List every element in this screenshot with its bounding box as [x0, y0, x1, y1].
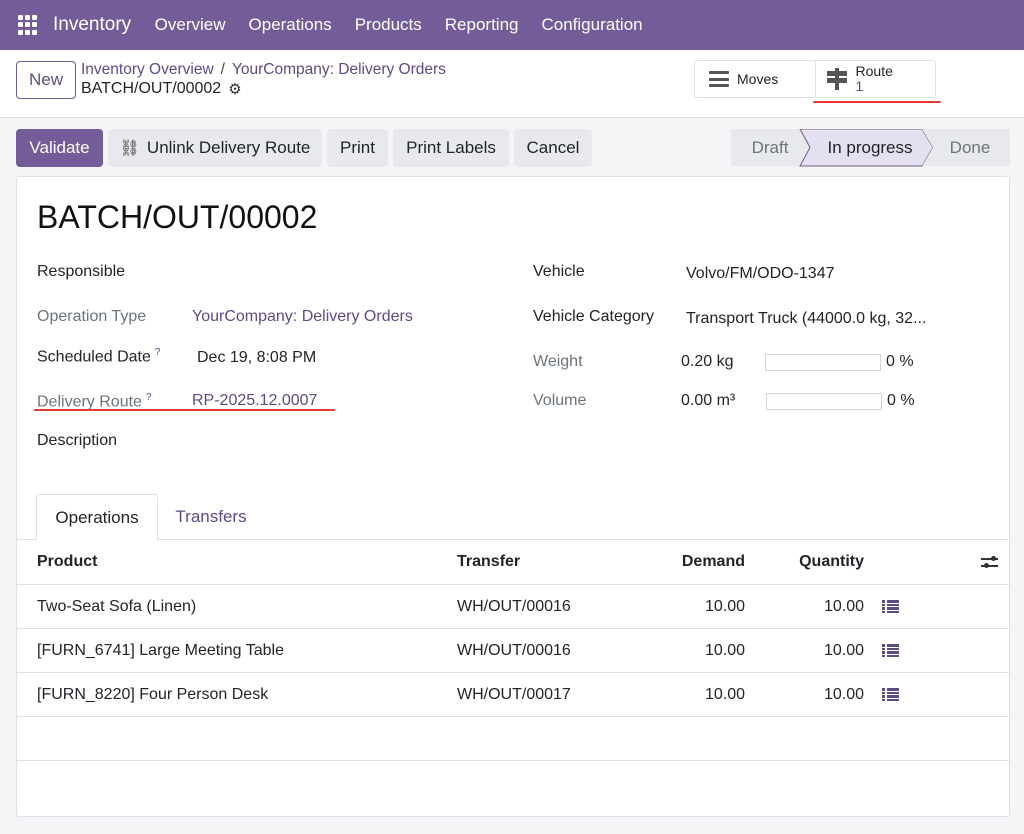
- menu-configuration[interactable]: Configuration: [542, 15, 643, 35]
- control-panel: New Inventory Overview / YourCompany: Deli…: [0, 50, 1024, 118]
- print-button[interactable]: Print: [327, 129, 388, 167]
- detailed-operations-icon[interactable]: [882, 600, 899, 613]
- list-bars-icon: [709, 71, 729, 87]
- sliders-icon[interactable]: [981, 555, 998, 569]
- operation-type-label: Operation Type: [37, 308, 147, 325]
- product-cell[interactable]: [FURN_8220] Four Person Desk: [37, 673, 268, 716]
- moves-label: Moves: [737, 70, 779, 87]
- stage-in-progress[interactable]: In progress: [827, 138, 912, 157]
- signpost-icon: [826, 68, 848, 90]
- column-options-cell: [981, 540, 998, 584]
- breadcrumb: Inventory Overview / YourCompany: Delivery…: [81, 61, 446, 79]
- unlink-delivery-route-button[interactable]: ⛓ Unlink Delivery Route: [108, 129, 322, 167]
- quantity-cell[interactable]: 10.00: [717, 585, 864, 628]
- smart-buttons: Moves Route 1: [694, 60, 936, 98]
- detailed-operations-icon[interactable]: [882, 644, 899, 657]
- scheduled-date-label-row: Scheduled Date?: [37, 347, 160, 366]
- record-name: BATCH/OUT/00002: [81, 80, 222, 97]
- quantity-cell[interactable]: 10.00: [717, 673, 864, 716]
- validate-button[interactable]: Validate: [16, 129, 103, 167]
- table-row[interactable]: [FURN_6741] Large Meeting Table WH/OUT/0…: [17, 629, 1009, 673]
- vehicle-category-label: Vehicle Category: [533, 308, 654, 325]
- tab-transfers[interactable]: Transfers: [165, 494, 257, 540]
- vehicle-category-value[interactable]: Transport Truck (44000.0 kg, 32...: [686, 310, 926, 328]
- route-smart-button[interactable]: Route 1: [816, 61, 935, 97]
- volume-value: 0.00 m³: [681, 392, 736, 409]
- table-row[interactable]: [FURN_8220] Four Person Desk WH/OUT/0001…: [17, 673, 1009, 717]
- unlink-label: Unlink Delivery Route: [146, 138, 311, 157]
- stage-done[interactable]: Done: [950, 138, 991, 157]
- annotation-underline-route: [813, 101, 941, 103]
- app-name[interactable]: Inventory: [53, 14, 131, 36]
- description-label: Description: [37, 432, 118, 449]
- tab-operations[interactable]: Operations: [36, 494, 158, 541]
- moves-smart-button[interactable]: Moves: [695, 61, 816, 97]
- route-label-block: Route 1: [856, 64, 893, 94]
- new-button[interactable]: New: [16, 61, 76, 99]
- notebook-tabs: Operations Transfers: [17, 494, 1009, 541]
- record-name-row: BATCH/OUT/00002 ⚙: [81, 80, 242, 98]
- breadcrumb-delivery-orders[interactable]: YourCompany: Delivery Orders: [232, 61, 446, 78]
- table-row[interactable]: Two-Seat Sofa (Linen) WH/OUT/00016 10.00…: [17, 585, 1009, 629]
- transfer-cell[interactable]: WH/OUT/00017: [457, 673, 571, 716]
- breadcrumb-separator: /: [220, 61, 225, 78]
- gear-icon[interactable]: ⚙: [228, 80, 241, 98]
- details-cell: [882, 585, 899, 628]
- quantity-cell[interactable]: 10.00: [717, 629, 864, 672]
- responsible-label: Responsible: [37, 263, 126, 280]
- operations-table: Product Transfer Demand Quantity Two-Sea…: [17, 540, 1009, 761]
- print-labels-button[interactable]: Print Labels: [393, 129, 509, 167]
- header-product[interactable]: Product: [37, 540, 97, 584]
- vehicle-label: Vehicle: [533, 263, 585, 280]
- record-title[interactable]: BATCH/OUT/00002: [37, 199, 317, 236]
- details-cell: [882, 673, 899, 716]
- product-cell[interactable]: [FURN_6741] Large Meeting Table: [37, 629, 284, 672]
- delivery-route-label: Delivery Route: [37, 393, 142, 411]
- apps-grid-icon[interactable]: [18, 15, 38, 35]
- menu-overview[interactable]: Overview: [155, 15, 226, 35]
- route-label: Route: [855, 63, 893, 79]
- weight-label: Weight: [533, 353, 583, 370]
- route-count: 1: [855, 78, 864, 94]
- annotation-underline-delivery-route: [34, 409, 335, 411]
- help-tooltip-icon[interactable]: ?: [146, 392, 152, 403]
- form-sheet: BATCH/OUT/00002 Responsible Operation Ty…: [16, 176, 1010, 817]
- top-navbar: Inventory Overview Operations Products R…: [0, 0, 1024, 50]
- weight-progress-bar: [765, 354, 881, 371]
- scheduled-date-label: Scheduled Date: [37, 348, 151, 366]
- menu-operations[interactable]: Operations: [249, 15, 332, 35]
- scheduled-date-value[interactable]: Dec 19, 8:08 PM: [197, 349, 316, 367]
- empty-table-row: [17, 717, 1009, 761]
- breadcrumb-inventory-overview[interactable]: Inventory Overview: [81, 61, 214, 78]
- table-header: Product Transfer Demand Quantity: [17, 540, 1009, 585]
- menu-products[interactable]: Products: [355, 15, 422, 35]
- volume-percent: 0 %: [887, 392, 915, 409]
- product-cell[interactable]: Two-Seat Sofa (Linen): [37, 585, 196, 628]
- transfer-cell[interactable]: WH/OUT/00016: [457, 585, 571, 628]
- details-cell: [882, 629, 899, 672]
- transfer-cell[interactable]: WH/OUT/00016: [457, 629, 571, 672]
- menu-reporting[interactable]: Reporting: [445, 15, 519, 35]
- stage-draft[interactable]: Draft: [752, 138, 789, 157]
- volume-progress-bar: [766, 393, 882, 410]
- operation-type-value[interactable]: YourCompany: Delivery Orders: [192, 308, 413, 326]
- vehicle-value[interactable]: Volvo/FM/ODO-1347: [686, 265, 835, 283]
- status-bar: Draft In progress Done: [731, 129, 1010, 167]
- unlink-icon: ⛓: [119, 140, 140, 157]
- volume-label: Volume: [533, 392, 587, 409]
- weight-percent: 0 %: [886, 353, 914, 370]
- cancel-button[interactable]: Cancel: [514, 129, 592, 167]
- header-transfer[interactable]: Transfer: [457, 540, 520, 584]
- detailed-operations-icon[interactable]: [882, 688, 899, 701]
- header-quantity[interactable]: Quantity: [717, 540, 864, 584]
- help-tooltip-icon[interactable]: ?: [155, 347, 161, 358]
- delivery-route-value[interactable]: RP-2025.12.0007: [192, 392, 317, 410]
- weight-value: 0.20 kg: [681, 353, 734, 370]
